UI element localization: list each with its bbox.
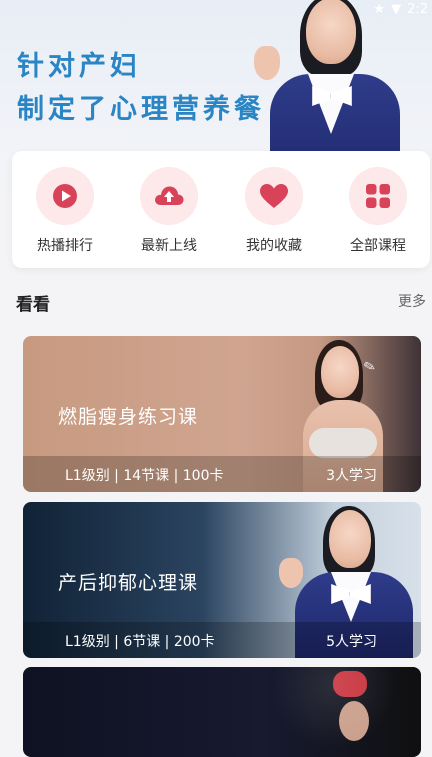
heart-icon: [260, 184, 288, 208]
category-new-release[interactable]: 最新上线: [129, 167, 209, 255]
category-hot-ranking[interactable]: 热播排行: [25, 167, 105, 255]
course-learners: 5人学习: [326, 634, 377, 650]
course-card[interactable]: 产后抑郁心理课 L1级别 | 6节课 | 200卡 5人学习: [23, 502, 421, 658]
category-my-favorites[interactable]: 我的收藏: [234, 167, 314, 255]
status-bar: ★ ▼ 2:2: [373, 2, 428, 17]
category-card: 热播排行 最新上线 我的收藏 全部课程: [12, 151, 430, 268]
category-label: 最新上线: [141, 238, 197, 254]
course-meta: L1级别 | 6节课 | 200卡: [65, 634, 215, 650]
category-label: 我的收藏: [246, 238, 302, 254]
status-time: 2:2: [407, 2, 428, 17]
star-icon: ★: [373, 2, 386, 17]
category-label: 热播排行: [37, 238, 93, 254]
course-info-bar: L1级别 | 6节课 | 200卡 5人学习: [23, 622, 421, 658]
section-title: 看看: [16, 295, 50, 315]
grid-icon: [366, 184, 390, 208]
more-link[interactable]: 更多: [398, 291, 426, 311]
course-card[interactable]: [23, 667, 421, 757]
cloud-upload-icon: [155, 186, 184, 205]
hero-title-line1: 针对产妇: [17, 51, 141, 82]
course-cover-image: [273, 667, 421, 757]
category-label: 全部课程: [350, 238, 406, 254]
course-card[interactable]: ✎ 燃脂瘦身练习课 L1级别 | 14节课 | 100卡 3人学习: [23, 336, 421, 492]
hero-title-line2: 制定了心理营养餐: [17, 94, 265, 125]
category-all-courses[interactable]: 全部课程: [338, 167, 418, 255]
course-title: 燃脂瘦身练习课: [58, 406, 199, 428]
wifi-icon: ▼: [391, 2, 402, 17]
course-learners: 3人学习: [326, 468, 377, 484]
play-icon: [53, 184, 77, 208]
course-meta: L1级别 | 14节课 | 100卡: [65, 468, 224, 484]
course-title: 产后抑郁心理课: [58, 572, 199, 594]
course-info-bar: L1级别 | 14节课 | 100卡 3人学习: [23, 456, 421, 492]
